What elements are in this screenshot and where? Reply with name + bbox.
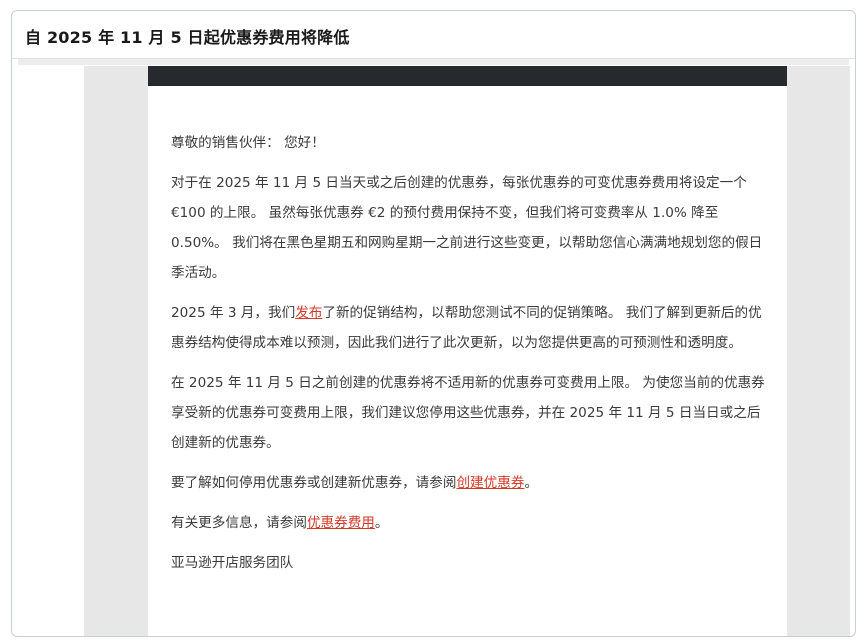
email-signature: 亚马逊开店服务团队 bbox=[171, 555, 294, 571]
divider bbox=[18, 59, 849, 65]
create-coupon-link[interactable]: 创建优惠券 bbox=[456, 475, 524, 491]
email-paragraph-1: 对于在 2025 年 11 月 5 日当天或之后创建的优惠券，每张优惠券的可变优… bbox=[171, 175, 763, 281]
paragraph-text: 。 bbox=[374, 515, 389, 531]
paragraph-text: 2025 年 3 月，我们 bbox=[171, 305, 296, 321]
paragraph-text: 。 bbox=[524, 475, 539, 491]
email-paragraph-2: 2025 年 3 月，我们发布了新的促销结构，以帮助您测试不同的促销策略。 我们… bbox=[171, 298, 771, 358]
email-viewer: 尊敬的销售伙伴： 您好！ 对于在 2025 年 11 月 5 日当天或之后创建的… bbox=[84, 66, 850, 636]
publish-link[interactable]: 发布 bbox=[295, 305, 322, 321]
email-paragraph-3: 在 2025 年 11 月 5 日之前创建的优惠券将不适用新的优惠券可变费用上限… bbox=[171, 375, 765, 451]
email-paragraph-5: 有关更多信息，请参阅优惠券费用。 bbox=[171, 508, 771, 538]
email-body: 尊敬的销售伙伴： 您好！ 对于在 2025 年 11 月 5 日当天或之后创建的… bbox=[171, 128, 771, 588]
title-bar: 自 2025 年 11 月 5 日起优惠券费用将降低 bbox=[12, 11, 855, 59]
paragraph-text: 有关更多信息，请参阅 bbox=[171, 515, 307, 531]
email-header-bar bbox=[148, 66, 787, 86]
coupon-fees-link[interactable]: 优惠券费用 bbox=[307, 515, 375, 531]
email-content: 尊敬的销售伙伴： 您好！ 对于在 2025 年 11 月 5 日当天或之后创建的… bbox=[148, 66, 787, 636]
paragraph-text: 要了解如何停用优惠券或创建新优惠券，请参阅 bbox=[171, 475, 457, 491]
announcement-card: 自 2025 年 11 月 5 日起优惠券费用将降低 尊敬的销售伙伴： 您好！ … bbox=[11, 10, 856, 637]
email-paragraph-4: 要了解如何停用优惠券或创建新优惠券，请参阅创建优惠券。 bbox=[171, 468, 771, 498]
page-title: 自 2025 年 11 月 5 日起优惠券费用将降低 bbox=[25, 28, 350, 47]
email-greeting: 尊敬的销售伙伴： 您好！ bbox=[171, 135, 325, 151]
